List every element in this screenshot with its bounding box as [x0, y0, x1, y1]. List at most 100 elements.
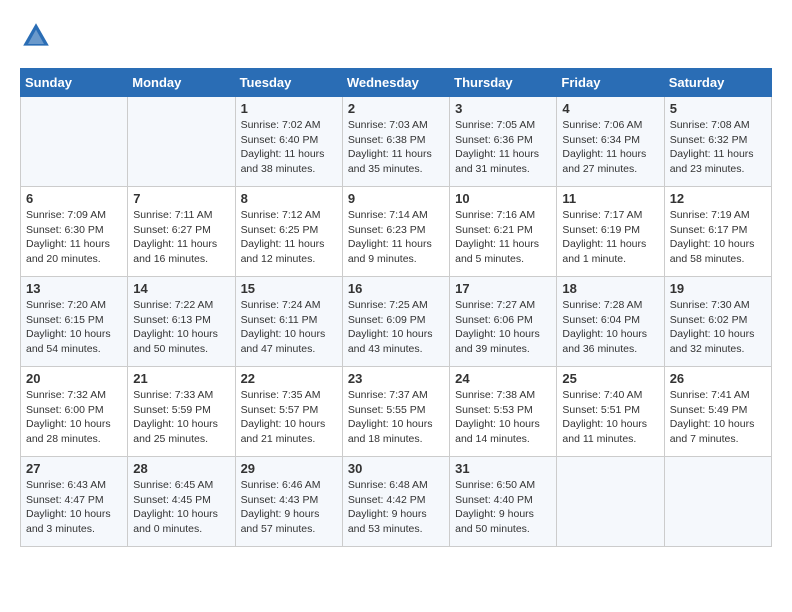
day-info: Sunrise: 7:09 AM Sunset: 6:30 PM Dayligh…: [26, 208, 122, 267]
day-number: 15: [241, 281, 337, 296]
day-number: 29: [241, 461, 337, 476]
calendar-cell: 18 Sunrise: 7:28 AM Sunset: 6:04 PM Dayli…: [557, 277, 664, 367]
calendar-cell: 9 Sunrise: 7:14 AM Sunset: 6:23 PM Daylig…: [342, 187, 449, 277]
calendar-cell: 30Sunrise: 6:48 AM Sunset: 4:42 PM Dayli…: [342, 457, 449, 547]
logo: [20, 20, 56, 52]
day-number: 26: [670, 371, 766, 386]
calendar-body: 1Sunrise: 7:02 AM Sunset: 6:40 PM Daylig…: [21, 97, 772, 547]
day-number: 18: [562, 281, 658, 296]
day-info: Sunrise: 7:32 AM Sunset: 6:00 PM Dayligh…: [26, 388, 122, 447]
day-info: Sunrise: 6:46 AM Sunset: 4:43 PM Dayligh…: [241, 478, 337, 537]
calendar-cell: [21, 97, 128, 187]
calendar-cell: 20Sunrise: 7:32 AM Sunset: 6:00 PM Dayli…: [21, 367, 128, 457]
header-day-sunday: Sunday: [21, 69, 128, 97]
day-number: 14: [133, 281, 229, 296]
calendar-cell: 22 Sunrise: 7:35 AM Sunset: 5:57 PM Dayli…: [235, 367, 342, 457]
day-info: Sunrise: 7:20 AM Sunset: 6:15 PM Dayligh…: [26, 298, 122, 357]
calendar-cell: 24 Sunrise: 7:38 AM Sunset: 5:53 PM Dayli…: [450, 367, 557, 457]
day-info: Sunrise: 7:19 AM Sunset: 6:17 PM Dayligh…: [670, 208, 766, 267]
header-day-monday: Monday: [128, 69, 235, 97]
day-info: Sunrise: 7:40 AM Sunset: 5:51 PM Dayligh…: [562, 388, 658, 447]
day-number: 16: [348, 281, 444, 296]
day-number: 28: [133, 461, 229, 476]
day-number: 4: [562, 101, 658, 116]
day-info: Sunrise: 6:45 AM Sunset: 4:45 PM Dayligh…: [133, 478, 229, 537]
week-row-2: 6 Sunrise: 7:09 AM Sunset: 6:30 PM Daylig…: [21, 187, 772, 277]
day-info: Sunrise: 7:30 AM Sunset: 6:02 PM Dayligh…: [670, 298, 766, 357]
calendar-cell: 17Sunrise: 7:27 AM Sunset: 6:06 PM Dayli…: [450, 277, 557, 367]
calendar-cell: 23 Sunrise: 7:37 AM Sunset: 5:55 PM Dayli…: [342, 367, 449, 457]
day-info: Sunrise: 7:37 AM Sunset: 5:55 PM Dayligh…: [348, 388, 444, 447]
calendar-cell: 2 Sunrise: 7:03 AM Sunset: 6:38 PM Daylig…: [342, 97, 449, 187]
header-day-wednesday: Wednesday: [342, 69, 449, 97]
day-number: 5: [670, 101, 766, 116]
calendar-cell: 11 Sunrise: 7:17 AM Sunset: 6:19 PM Dayli…: [557, 187, 664, 277]
calendar-cell: 25 Sunrise: 7:40 AM Sunset: 5:51 PM Dayli…: [557, 367, 664, 457]
day-number: 6: [26, 191, 122, 206]
calendar-cell: 15 Sunrise: 7:24 AM Sunset: 6:11 PM Dayli…: [235, 277, 342, 367]
week-row-1: 1Sunrise: 7:02 AM Sunset: 6:40 PM Daylig…: [21, 97, 772, 187]
day-number: 11: [562, 191, 658, 206]
day-info: Sunrise: 7:33 AM Sunset: 5:59 PM Dayligh…: [133, 388, 229, 447]
day-info: Sunrise: 7:08 AM Sunset: 6:32 PM Dayligh…: [670, 118, 766, 177]
week-row-4: 20Sunrise: 7:32 AM Sunset: 6:00 PM Dayli…: [21, 367, 772, 457]
calendar-cell: 8 Sunrise: 7:12 AM Sunset: 6:25 PM Daylig…: [235, 187, 342, 277]
day-info: Sunrise: 6:43 AM Sunset: 4:47 PM Dayligh…: [26, 478, 122, 537]
calendar-cell: 3 Sunrise: 7:05 AM Sunset: 6:36 PM Daylig…: [450, 97, 557, 187]
calendar-cell: [128, 97, 235, 187]
day-number: 12: [670, 191, 766, 206]
day-number: 8: [241, 191, 337, 206]
calendar-cell: 16 Sunrise: 7:25 AM Sunset: 6:09 PM Dayli…: [342, 277, 449, 367]
day-info: Sunrise: 7:35 AM Sunset: 5:57 PM Dayligh…: [241, 388, 337, 447]
day-number: 24: [455, 371, 551, 386]
day-info: Sunrise: 7:02 AM Sunset: 6:40 PM Dayligh…: [241, 118, 337, 177]
week-row-5: 27 Sunrise: 6:43 AM Sunset: 4:47 PM Dayli…: [21, 457, 772, 547]
header-day-tuesday: Tuesday: [235, 69, 342, 97]
day-number: 13: [26, 281, 122, 296]
calendar-cell: 6 Sunrise: 7:09 AM Sunset: 6:30 PM Daylig…: [21, 187, 128, 277]
day-info: Sunrise: 6:48 AM Sunset: 4:42 PM Dayligh…: [348, 478, 444, 537]
calendar-cell: 19Sunrise: 7:30 AM Sunset: 6:02 PM Dayli…: [664, 277, 771, 367]
logo-icon: [20, 20, 52, 52]
calendar-cell: 26Sunrise: 7:41 AM Sunset: 5:49 PM Dayli…: [664, 367, 771, 457]
calendar-header: SundayMondayTuesdayWednesdayThursdayFrid…: [21, 69, 772, 97]
calendar-cell: [664, 457, 771, 547]
day-number: 21: [133, 371, 229, 386]
calendar-table: SundayMondayTuesdayWednesdayThursdayFrid…: [20, 68, 772, 547]
page-header: [20, 20, 772, 52]
calendar-cell: 7Sunrise: 7:11 AM Sunset: 6:27 PM Daylig…: [128, 187, 235, 277]
day-info: Sunrise: 6:50 AM Sunset: 4:40 PM Dayligh…: [455, 478, 551, 537]
day-number: 22: [241, 371, 337, 386]
calendar-cell: 29 Sunrise: 6:46 AM Sunset: 4:43 PM Dayli…: [235, 457, 342, 547]
day-number: 2: [348, 101, 444, 116]
calendar-cell: 14 Sunrise: 7:22 AM Sunset: 6:13 PM Dayli…: [128, 277, 235, 367]
day-info: Sunrise: 7:38 AM Sunset: 5:53 PM Dayligh…: [455, 388, 551, 447]
calendar-cell: 1Sunrise: 7:02 AM Sunset: 6:40 PM Daylig…: [235, 97, 342, 187]
calendar-cell: 4 Sunrise: 7:06 AM Sunset: 6:34 PM Daylig…: [557, 97, 664, 187]
day-info: Sunrise: 7:05 AM Sunset: 6:36 PM Dayligh…: [455, 118, 551, 177]
day-number: 17: [455, 281, 551, 296]
day-info: Sunrise: 7:24 AM Sunset: 6:11 PM Dayligh…: [241, 298, 337, 357]
day-number: 25: [562, 371, 658, 386]
day-info: Sunrise: 7:06 AM Sunset: 6:34 PM Dayligh…: [562, 118, 658, 177]
day-number: 7: [133, 191, 229, 206]
day-info: Sunrise: 7:22 AM Sunset: 6:13 PM Dayligh…: [133, 298, 229, 357]
day-info: Sunrise: 7:03 AM Sunset: 6:38 PM Dayligh…: [348, 118, 444, 177]
header-row: SundayMondayTuesdayWednesdayThursdayFrid…: [21, 69, 772, 97]
calendar-cell: 27 Sunrise: 6:43 AM Sunset: 4:47 PM Dayli…: [21, 457, 128, 547]
day-number: 31: [455, 461, 551, 476]
day-info: Sunrise: 7:17 AM Sunset: 6:19 PM Dayligh…: [562, 208, 658, 267]
calendar-cell: 13 Sunrise: 7:20 AM Sunset: 6:15 PM Dayli…: [21, 277, 128, 367]
calendar-cell: 5 Sunrise: 7:08 AM Sunset: 6:32 PM Daylig…: [664, 97, 771, 187]
calendar-cell: 21 Sunrise: 7:33 AM Sunset: 5:59 PM Dayli…: [128, 367, 235, 457]
day-number: 23: [348, 371, 444, 386]
day-number: 27: [26, 461, 122, 476]
day-number: 3: [455, 101, 551, 116]
day-info: Sunrise: 7:12 AM Sunset: 6:25 PM Dayligh…: [241, 208, 337, 267]
day-number: 9: [348, 191, 444, 206]
day-info: Sunrise: 7:14 AM Sunset: 6:23 PM Dayligh…: [348, 208, 444, 267]
day-info: Sunrise: 7:25 AM Sunset: 6:09 PM Dayligh…: [348, 298, 444, 357]
day-info: Sunrise: 7:28 AM Sunset: 6:04 PM Dayligh…: [562, 298, 658, 357]
calendar-cell: 31 Sunrise: 6:50 AM Sunset: 4:40 PM Dayli…: [450, 457, 557, 547]
calendar-cell: 10Sunrise: 7:16 AM Sunset: 6:21 PM Dayli…: [450, 187, 557, 277]
